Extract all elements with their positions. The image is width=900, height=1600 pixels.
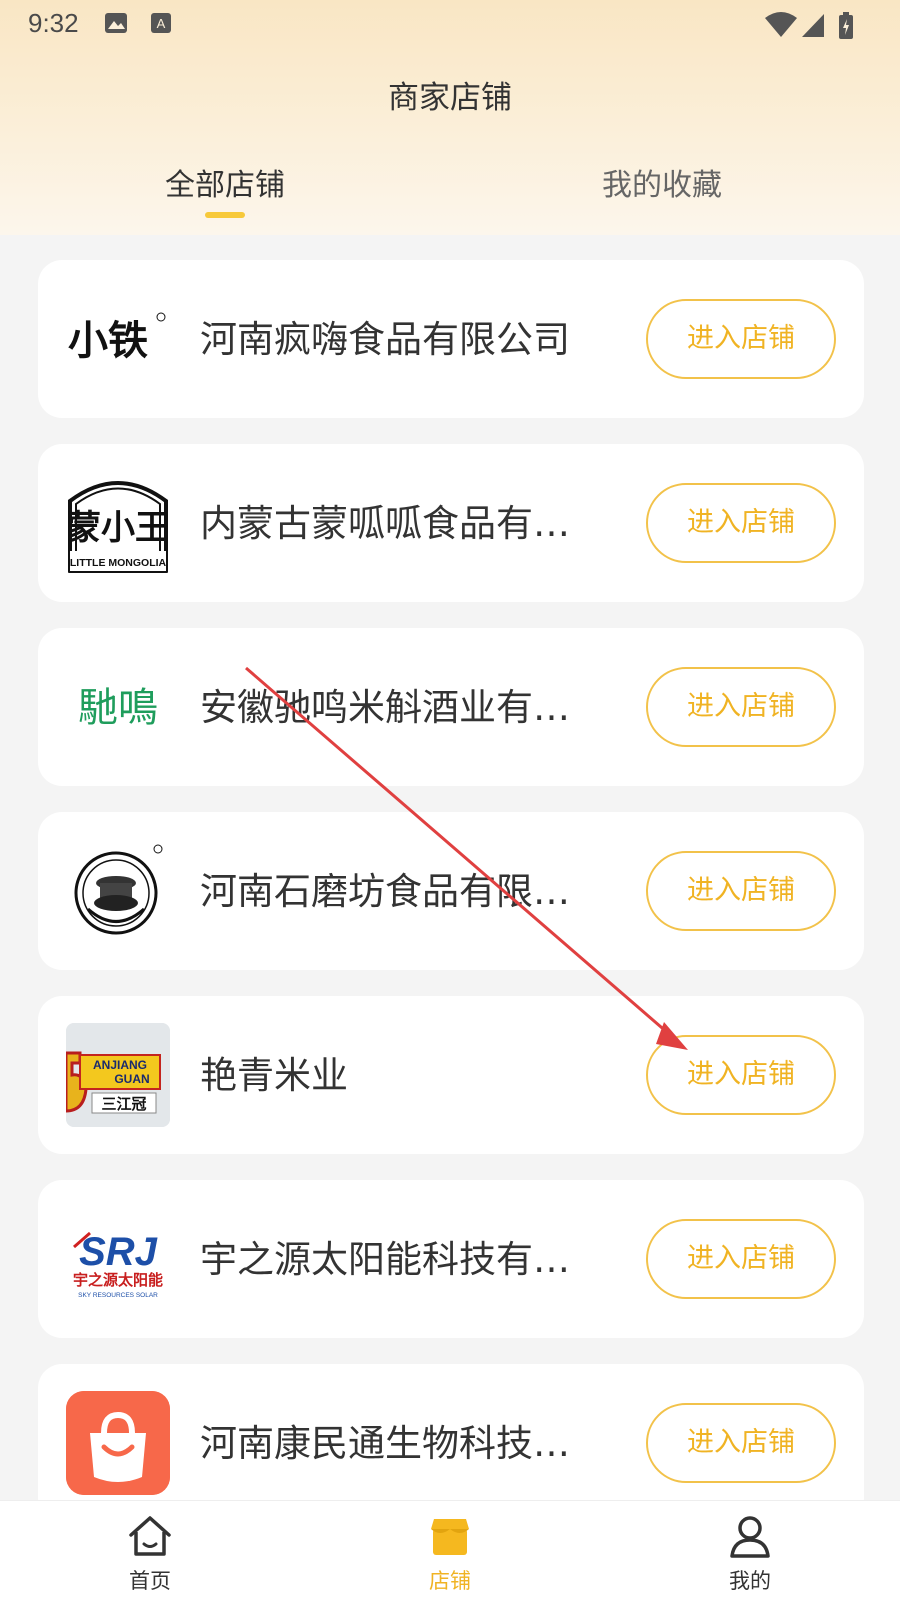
enter-shop-button[interactable]: 进入店铺	[646, 299, 836, 379]
svg-text:ANJIANG: ANJIANG	[93, 1058, 147, 1072]
nav-store-label: 店铺	[429, 1569, 471, 1593]
yuzhiyuan-logo: SRJ 宇之源太阳能 SKY RESOURCES SOLAR	[66, 1207, 170, 1311]
shop-list[interactable]: 小铁 河南疯嗨食品有限公司 进入店铺 蒙小王 LITTLE MONGOLIA 内…	[0, 0, 900, 1500]
sanjiangguan-logo: ANJIANG GUAN 三江冠	[66, 1023, 170, 1127]
shop-card[interactable]: 馳鳴 安徽驰鸣米斛酒业有… 进入店铺	[38, 628, 864, 786]
svg-text:GUAN: GUAN	[114, 1072, 149, 1086]
shop-card[interactable]: 河南石磨坊食品有限… 进入店铺	[38, 812, 864, 970]
svg-text:LITTLE MONGOLIA: LITTLE MONGOLIA	[70, 557, 167, 569]
store-icon	[431, 1519, 469, 1555]
enter-shop-button[interactable]: 进入店铺	[646, 851, 836, 931]
shop-card[interactable]: ANJIANG GUAN 三江冠 艳青米业 进入店铺	[38, 996, 864, 1154]
chiming-logo: 馳鳴	[66, 655, 170, 759]
svg-text:SRJ: SRJ	[79, 1230, 158, 1274]
shop-card[interactable]: 蒙小王 LITTLE MONGOLIA 内蒙古蒙呱呱食品有… 进入店铺	[38, 444, 864, 602]
xiaotie-logo: 小铁	[66, 287, 170, 391]
nav-home[interactable]: 首页	[0, 1501, 300, 1600]
svg-text:三江冠: 三江冠	[101, 1095, 146, 1113]
shop-name: 艳青米业	[200, 1054, 348, 1097]
nav-profile[interactable]: 我的	[600, 1501, 900, 1600]
little-mongolia-logo: 蒙小王 LITTLE MONGOLIA	[66, 471, 170, 575]
shop-card[interactable]: 小铁 河南疯嗨食品有限公司 进入店铺	[38, 260, 864, 418]
svg-text:宇之源太阳能: 宇之源太阳能	[73, 1271, 163, 1289]
shop-name: 内蒙古蒙呱呱食品有…	[200, 502, 570, 545]
enter-shop-button[interactable]: 进入店铺	[646, 1403, 836, 1483]
shop-name: 河南石磨坊食品有限…	[200, 870, 570, 913]
enter-shop-button[interactable]: 进入店铺	[646, 1219, 836, 1299]
nav-home-label: 首页	[129, 1569, 171, 1593]
enter-shop-button[interactable]: 进入店铺	[646, 1035, 836, 1115]
nav-profile-label: 我的	[729, 1569, 771, 1593]
enter-shop-button[interactable]: 进入店铺	[646, 667, 836, 747]
shop-name: 安徽驰鸣米斛酒业有…	[200, 686, 570, 729]
svg-text:小铁: 小铁	[68, 318, 148, 364]
nav-store[interactable]: 店铺	[300, 1501, 600, 1600]
shop-card[interactable]: 河南康民通生物科技… 进入店铺	[38, 1364, 864, 1500]
shimofang-logo	[66, 839, 170, 943]
shop-name: 河南疯嗨食品有限公司	[200, 318, 570, 361]
shop-name: 宇之源太阳能科技有…	[200, 1238, 570, 1281]
bottom-nav: 首页 店铺 我的	[0, 1500, 900, 1600]
svg-text:馳鳴: 馳鳴	[78, 685, 158, 731]
shopping-bag-logo	[66, 1391, 170, 1495]
svg-text:SKY RESOURCES SOLAR: SKY RESOURCES SOLAR	[78, 1292, 158, 1299]
enter-shop-button[interactable]: 进入店铺	[646, 483, 836, 563]
shop-name: 河南康民通生物科技…	[200, 1422, 570, 1465]
profile-icon	[730, 1516, 770, 1558]
svg-text:蒙小王: 蒙小王	[67, 508, 169, 548]
shop-card[interactable]: SRJ 宇之源太阳能 SKY RESOURCES SOLAR 宇之源太阳能科技有…	[38, 1180, 864, 1338]
home-icon	[129, 1516, 171, 1556]
